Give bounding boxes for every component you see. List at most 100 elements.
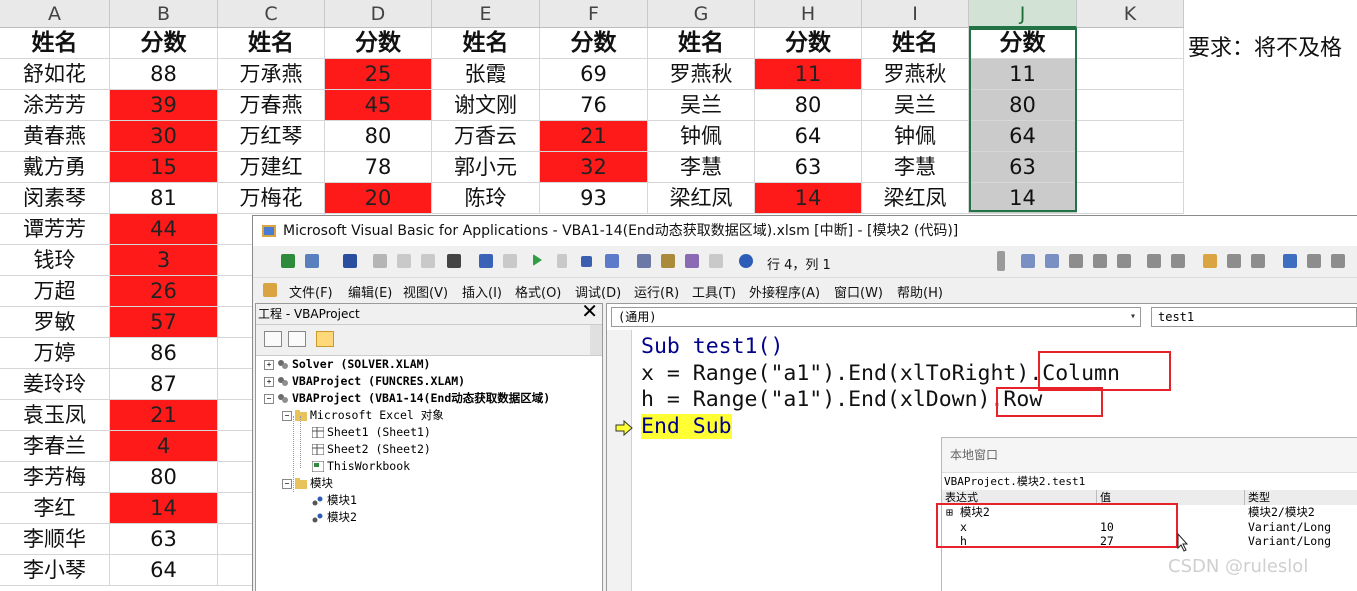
cell[interactable]: 11	[755, 59, 862, 90]
list-constants-icon[interactable]	[1227, 254, 1241, 268]
cell[interactable]	[1077, 90, 1184, 121]
cell[interactable]: 钟佩	[862, 121, 969, 152]
cell[interactable]: 86	[110, 338, 218, 369]
cell[interactable]: 梁红凤	[862, 183, 969, 214]
cell[interactable]: 张霞	[432, 59, 540, 90]
cell[interactable]: 14	[969, 183, 1077, 214]
cell[interactable]: 万春燕	[218, 90, 325, 121]
bookmark-icon[interactable]	[1147, 254, 1161, 268]
cell[interactable]: 88	[110, 59, 218, 90]
cell[interactable]: 黄春燕	[0, 121, 110, 152]
cell[interactable]: 钟佩	[648, 121, 755, 152]
cell[interactable]: 45	[325, 90, 432, 121]
menu-run[interactable]: 运行(R)	[634, 282, 679, 301]
column-header-e[interactable]: E	[432, 0, 540, 28]
cell[interactable]: 63	[755, 152, 862, 183]
redo-icon[interactable]	[503, 254, 517, 268]
cell[interactable]: 80	[110, 462, 218, 493]
header-cell[interactable]: 姓名	[218, 28, 325, 59]
cell[interactable]: 李慧	[862, 152, 969, 183]
cell[interactable]: 李慧	[648, 152, 755, 183]
cell[interactable]: 万红琴	[218, 121, 325, 152]
break-icon[interactable]	[557, 254, 567, 268]
cell[interactable]: 64	[969, 121, 1077, 152]
menu-addins[interactable]: 外接程序(A)	[749, 282, 820, 301]
cell[interactable]: 郭小元	[432, 152, 540, 183]
column-header-k[interactable]: K	[1077, 0, 1184, 28]
reset-icon[interactable]	[581, 256, 592, 267]
menu-help[interactable]: 帮助(H)	[897, 282, 943, 301]
cell[interactable]: 80	[325, 121, 432, 152]
cell[interactable]: 63	[110, 524, 218, 555]
save-icon[interactable]	[343, 254, 357, 268]
cell[interactable]: 舒如花	[0, 59, 110, 90]
cell[interactable]: 32	[540, 152, 648, 183]
menu-format[interactable]: 格式(O)	[515, 282, 561, 301]
cell[interactable]: 30	[110, 121, 218, 152]
column-header-c[interactable]: C	[218, 0, 325, 28]
cell[interactable]: 20	[325, 183, 432, 214]
procedure-combo[interactable]: test1	[1151, 307, 1357, 327]
design-mode-icon[interactable]	[605, 254, 619, 268]
cell[interactable]: 11	[969, 59, 1077, 90]
cell[interactable]: 21	[540, 121, 648, 152]
menu-insert[interactable]: 插入(I)	[462, 282, 502, 301]
cell[interactable]	[1077, 28, 1184, 59]
cut-icon[interactable]	[373, 254, 387, 268]
header-cell[interactable]: 分数	[540, 28, 648, 59]
menu-file[interactable]: 文件(F)	[289, 282, 333, 301]
cell[interactable]: 万香云	[432, 121, 540, 152]
view-object-icon[interactable]	[288, 331, 306, 347]
copy-icon[interactable]	[397, 254, 411, 268]
view-code-icon[interactable]	[264, 331, 282, 347]
indent-icon[interactable]	[1021, 254, 1035, 268]
comment-block-icon[interactable]	[1093, 254, 1107, 268]
cell[interactable]: 钱玲	[0, 245, 110, 276]
cell[interactable]: 谭芳芳	[0, 214, 110, 245]
column-header-g[interactable]: G	[648, 0, 755, 28]
cell[interactable]: 80	[755, 90, 862, 121]
cell[interactable]: 闵素琴	[0, 183, 110, 214]
cell[interactable]: 93	[540, 183, 648, 214]
header-cell[interactable]: 分数	[325, 28, 432, 59]
cell[interactable]: 李春兰	[0, 431, 110, 462]
toolbox-icon[interactable]	[709, 254, 723, 268]
cell[interactable]: 吴兰	[862, 90, 969, 121]
object-browser-icon[interactable]	[685, 254, 699, 268]
view-excel-icon[interactable]	[281, 254, 295, 268]
tree-node-module1[interactable]: 模块1	[312, 492, 357, 509]
clear-bookmarks-icon[interactable]	[1307, 254, 1321, 268]
tree-node-modules[interactable]: − 模块	[282, 475, 333, 492]
properties-icon[interactable]	[661, 254, 675, 268]
tree-node-vba1-14[interactable]: − VBAProject (VBA1-14(End动态获取数据区域)	[264, 390, 550, 407]
insert-module-icon[interactable]	[305, 254, 319, 268]
menu-tools[interactable]: 工具(T)	[692, 282, 736, 301]
cell[interactable]: 87	[110, 369, 218, 400]
tree-node-module2[interactable]: 模块2	[312, 509, 357, 526]
cell[interactable]: 69	[540, 59, 648, 90]
cell[interactable]: 吴兰	[648, 90, 755, 121]
column-header-j[interactable]: J	[969, 0, 1077, 28]
cell[interactable]: 万超	[0, 276, 110, 307]
cell[interactable]: 罗燕秋	[648, 59, 755, 90]
paste-icon[interactable]	[421, 254, 435, 268]
header-cell[interactable]: 姓名	[0, 28, 110, 59]
outdent-icon[interactable]	[1045, 254, 1059, 268]
column-header-i[interactable]: I	[862, 0, 969, 28]
menu-view[interactable]: 视图(V)	[403, 282, 448, 301]
uncomment-block-icon[interactable]	[1117, 254, 1131, 268]
complete-word-icon[interactable]	[1283, 254, 1297, 268]
cell[interactable]: 万承燕	[218, 59, 325, 90]
cell[interactable]: 3	[110, 245, 218, 276]
tree-node-solver[interactable]: + Solver (SOLVER.XLAM)	[264, 356, 430, 373]
cell[interactable]: 万婷	[0, 338, 110, 369]
tree-node-sheet2[interactable]: Sheet2 (Sheet2)	[312, 441, 431, 458]
cell[interactable]: 63	[969, 152, 1077, 183]
cell[interactable]: 梁红凤	[648, 183, 755, 214]
cell[interactable]: 26	[110, 276, 218, 307]
cell[interactable]: 44	[110, 214, 218, 245]
cell[interactable]	[1077, 59, 1184, 90]
header-cell[interactable]: 分数	[969, 28, 1077, 59]
column-header-a[interactable]: A	[0, 0, 110, 28]
cell[interactable]: 袁玉凤	[0, 400, 110, 431]
